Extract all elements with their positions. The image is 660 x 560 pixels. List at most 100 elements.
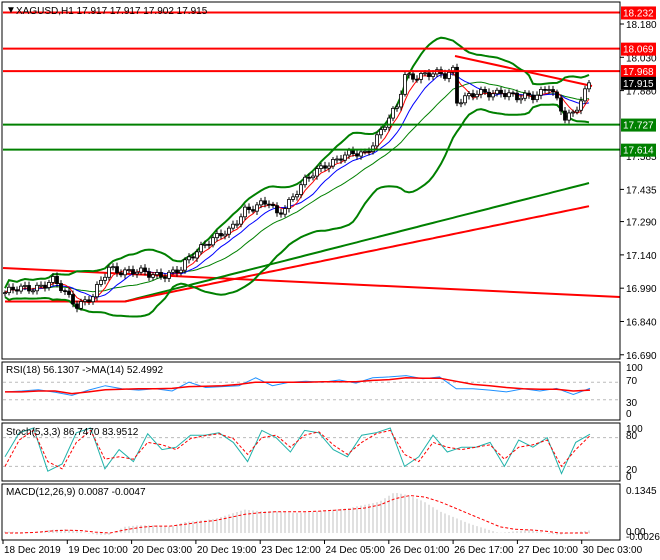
trading-chart[interactable]: ▼ XAGUSD,H1 17.917 17.917 17.902 17.915 … (0, 0, 660, 560)
time-tick-label: 26 Dec 01:00 (390, 545, 450, 556)
candle-body (511, 92, 515, 95)
candle-body (423, 72, 427, 75)
candle-body (199, 244, 203, 253)
candle-body (239, 216, 243, 225)
time-tick-label: 30 Dec 03:00 (583, 545, 643, 556)
candle-body (195, 251, 199, 259)
candle-body (555, 91, 559, 99)
candle-body (251, 209, 255, 212)
level-price-label: 18.232 (623, 8, 654, 19)
candle-body (379, 129, 383, 136)
rsi-tick-label: 30 (626, 398, 638, 409)
candle-body (291, 196, 295, 200)
candle-body (583, 88, 587, 102)
candle-body (143, 267, 147, 273)
candle-body (175, 269, 179, 274)
candle-body (179, 269, 183, 274)
candle-body (535, 94, 539, 101)
candle-body (407, 73, 411, 76)
candle-body (319, 165, 323, 169)
candle-body (91, 296, 95, 303)
time-tick-label: 26 Dec 17:00 (454, 545, 514, 556)
candle-body (23, 285, 27, 287)
candle-body (219, 233, 223, 237)
candle-body (503, 93, 507, 98)
candle-body (403, 74, 407, 95)
candle-body (431, 73, 435, 77)
candle-body (151, 274, 155, 278)
candle-body (67, 290, 71, 295)
candle-body (383, 126, 387, 130)
candle-body (523, 92, 527, 99)
candle-body (35, 284, 39, 292)
candle-body (15, 289, 19, 292)
candle-body (455, 66, 459, 104)
candle-body (443, 73, 447, 79)
time-tick-label: 18 Dec 2019 (4, 545, 61, 556)
rsi-label: RSI(18) 56.1307 ->MA(14) 52.4992 (6, 365, 163, 376)
candle-body (275, 205, 279, 214)
candle-body (459, 102, 463, 105)
candle-body (355, 153, 359, 157)
candle-body (259, 200, 263, 206)
candle-body (515, 92, 519, 101)
candle-body (499, 89, 503, 94)
candle-body (495, 89, 499, 95)
candle-body (223, 233, 227, 237)
candle-body (7, 286, 11, 294)
candle-body (359, 151, 363, 157)
candle-body (167, 271, 171, 279)
candle-body (31, 290, 35, 293)
candle-body (447, 71, 451, 79)
candle-body (211, 237, 215, 246)
candle-body (111, 266, 115, 269)
level-price-label: 17.614 (623, 146, 654, 157)
candle-body (203, 243, 207, 246)
candle-body (51, 276, 55, 283)
candle-body (135, 271, 139, 275)
time-tick-label: 24 Dec 05:00 (326, 545, 386, 556)
candle-body (47, 282, 51, 288)
candle-body (507, 92, 511, 98)
candle-body (519, 97, 523, 101)
candle-body (39, 284, 43, 287)
candle-body (559, 97, 563, 112)
candle-body (11, 286, 15, 291)
candle-body (551, 89, 555, 93)
candle-body (99, 279, 103, 285)
candle-body (155, 272, 159, 276)
candle-body (343, 154, 347, 161)
candle-body (467, 93, 471, 97)
candle (403, 71, 407, 97)
svg-text:▼: ▼ (6, 5, 16, 16)
time-tick-label: 27 Dec 10:00 (518, 545, 578, 556)
macd-tick-label: -0.0026 (626, 532, 660, 543)
candle-body (215, 233, 219, 239)
candle-body (339, 158, 343, 161)
chart-title: XAGUSD,H1 17.917 17.917 17.902 17.915 (16, 6, 208, 17)
candle-body (543, 88, 547, 91)
candle-body (247, 206, 251, 210)
candle-body (427, 72, 431, 77)
price-tick-label: 16.690 (626, 351, 657, 362)
candle-body (187, 256, 191, 261)
price-tick-label: 17.140 (626, 251, 657, 262)
candle-body (115, 266, 119, 274)
candle-body (579, 100, 583, 111)
candle-body (3, 292, 7, 295)
candle-body (303, 176, 307, 186)
price-tick-label: 16.990 (626, 284, 657, 295)
candle-body (419, 73, 423, 80)
candle-body (131, 269, 135, 275)
time-tick-label: 20 Dec 19:00 (197, 545, 257, 556)
candle-body (531, 94, 535, 101)
candle-body (299, 184, 303, 196)
price-tick-label: 18.180 (626, 20, 657, 31)
macd-tick-label: 0.1345 (626, 486, 657, 497)
candle-body (491, 93, 495, 98)
candle-body (547, 89, 551, 91)
candle-body (367, 150, 371, 153)
candle-body (539, 88, 543, 96)
time-tick-label: 20 Dec 03:00 (133, 545, 193, 556)
candle-body (287, 199, 291, 209)
